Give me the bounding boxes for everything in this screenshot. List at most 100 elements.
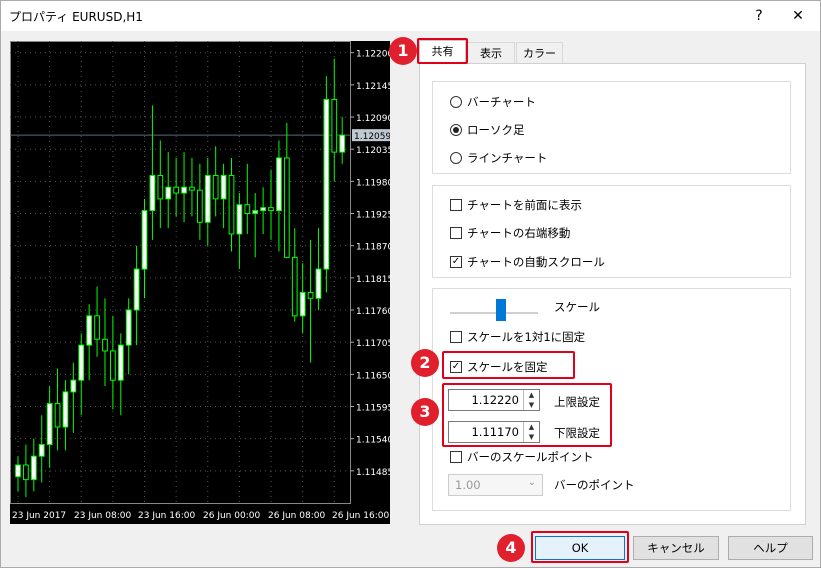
option-foreground-label: チャートを前面に表示: [467, 198, 582, 212]
lower-limit-input[interactable]: 1.11170 ▲ ▼: [448, 421, 540, 443]
candle-body: [276, 157, 282, 212]
candle-body: [204, 175, 211, 223]
candle-body: [196, 189, 203, 223]
annotation-badge-1: 1: [389, 37, 417, 65]
radio-candle[interactable]: [450, 124, 462, 136]
price-label: 1.11485: [356, 468, 390, 478]
price-label: 1.11760: [356, 307, 390, 317]
option-fix-scale-label: スケールを固定: [467, 360, 548, 374]
option-bar-scale-points-label: バーのスケールポイント: [467, 450, 594, 464]
annotation-badge-4: 4: [497, 534, 525, 562]
price-label: 1.12035: [356, 146, 390, 156]
spin-down-icon[interactable]: ▼: [524, 432, 539, 442]
checkbox-fix-scale[interactable]: ✓: [450, 361, 462, 373]
current-price-label: 1.12059: [354, 132, 390, 142]
candle-body: [125, 309, 132, 346]
candle-body: [62, 391, 69, 428]
candle-body: [212, 175, 219, 200]
checkbox-foreground[interactable]: [450, 199, 462, 211]
tab-colors[interactable]: カラー: [516, 42, 563, 64]
spin-up-icon[interactable]: ▲: [524, 390, 539, 400]
price-label: 1.11705: [356, 339, 390, 349]
candlestick-chart: 1.12200 1.12145 1.12090 1.12035 1.11980 1.119…: [10, 41, 393, 521]
properties-dialog: プロパティ EURUSD,H1 ? ✕ 1.12200 1.12145 1.1209…: [0, 0, 821, 568]
candle-body: [307, 291, 314, 299]
lower-limit-spinner[interactable]: ▲ ▼: [523, 422, 539, 442]
time-label: 23 Jun 08:00: [74, 511, 131, 521]
checkbox-one-to-one[interactable]: [450, 331, 462, 343]
ok-button[interactable]: OK: [535, 536, 625, 560]
checkbox-auto-scroll[interactable]: ✓: [450, 256, 462, 268]
candle-body: [30, 455, 37, 481]
candle-body: [86, 315, 93, 346]
help-button[interactable]: ヘルプ: [728, 536, 813, 560]
tab-display[interactable]: 表示: [467, 42, 515, 64]
price-label: 1.11815: [356, 275, 390, 285]
candle-body: [141, 210, 148, 270]
radio-line-label: ラインチャート: [467, 151, 548, 165]
checkbox-bar-scale-points[interactable]: [450, 451, 462, 463]
candle-body: [220, 175, 227, 200]
spin-down-icon[interactable]: ▼: [524, 400, 539, 410]
candle-body: [173, 186, 180, 194]
checkbox-shift[interactable]: [450, 227, 462, 239]
price-label: 1.11650: [356, 371, 390, 381]
candle-body: [339, 134, 346, 153]
candle-body: [149, 175, 156, 212]
candle-body: [331, 98, 338, 153]
tab-common[interactable]: 共有: [419, 40, 466, 64]
upper-limit-value: 1.12220: [471, 393, 519, 407]
upper-limit-label: 上限設定: [554, 395, 600, 409]
candle-body: [110, 350, 116, 381]
window-title: プロパティ EURUSD,H1: [9, 10, 143, 24]
option-one-to-one-label: スケールを1対1に固定: [467, 330, 586, 344]
bar-points-value: 1.00: [455, 478, 481, 492]
price-label: 1.12090: [356, 114, 390, 124]
candle-body: [299, 291, 306, 317]
candle-body: [291, 256, 298, 317]
candle-body: [268, 207, 274, 212]
candle-body: [70, 379, 77, 393]
spin-up-icon[interactable]: ▲: [524, 422, 539, 432]
time-label: 26 Jun 08:00: [268, 511, 325, 521]
time-label: 26 Jun 16:00: [332, 511, 389, 521]
option-shift-label: チャートの右端移動: [467, 226, 571, 240]
candle-body: [102, 338, 108, 352]
candle-body: [23, 464, 29, 481]
candle-body: [38, 444, 45, 457]
lower-limit-value: 1.11170: [471, 425, 519, 439]
time-label: 26 Jun 00:00: [203, 511, 260, 521]
scale-slider-thumb[interactable]: [496, 299, 506, 321]
price-label: 1.11925: [356, 211, 390, 221]
price-label: 1.11980: [356, 178, 390, 188]
candle-body: [244, 204, 251, 215]
candle-body: [260, 207, 266, 212]
radio-candle-label: ローソク足: [467, 123, 525, 137]
time-label: 23 Jun 2017: [12, 511, 66, 521]
candle-body: [133, 268, 140, 311]
radio-bar-label: バーチャート: [467, 95, 536, 109]
radio-bar[interactable]: [450, 96, 462, 108]
candle-body: [189, 186, 195, 191]
candle-body: [252, 210, 259, 215]
cancel-button[interactable]: キャンセル: [633, 536, 719, 560]
candle-body: [78, 344, 85, 381]
lower-limit-label: 下限設定: [554, 426, 600, 440]
price-label: 1.11540: [356, 436, 390, 446]
candle-body: [46, 403, 53, 446]
help-icon[interactable]: ?: [748, 5, 770, 27]
time-label: 23 Jun 16:00: [138, 511, 195, 521]
upper-limit-spinner[interactable]: ▲ ▼: [523, 390, 539, 410]
radio-line[interactable]: [450, 152, 462, 164]
bar-points-select[interactable]: 1.00 ⌄: [448, 474, 543, 496]
candle-body: [165, 186, 172, 200]
bar-points-label: バーのポイント: [554, 478, 635, 492]
close-icon[interactable]: ✕: [787, 5, 809, 27]
candle-body: [15, 464, 21, 478]
scale-slider-track[interactable]: [450, 312, 538, 314]
candle-body: [181, 186, 187, 194]
annotation-badge-2: 2: [411, 349, 439, 377]
candle-body: [94, 315, 100, 340]
candle-body: [283, 157, 290, 258]
upper-limit-input[interactable]: 1.12220 ▲ ▼: [448, 389, 540, 411]
